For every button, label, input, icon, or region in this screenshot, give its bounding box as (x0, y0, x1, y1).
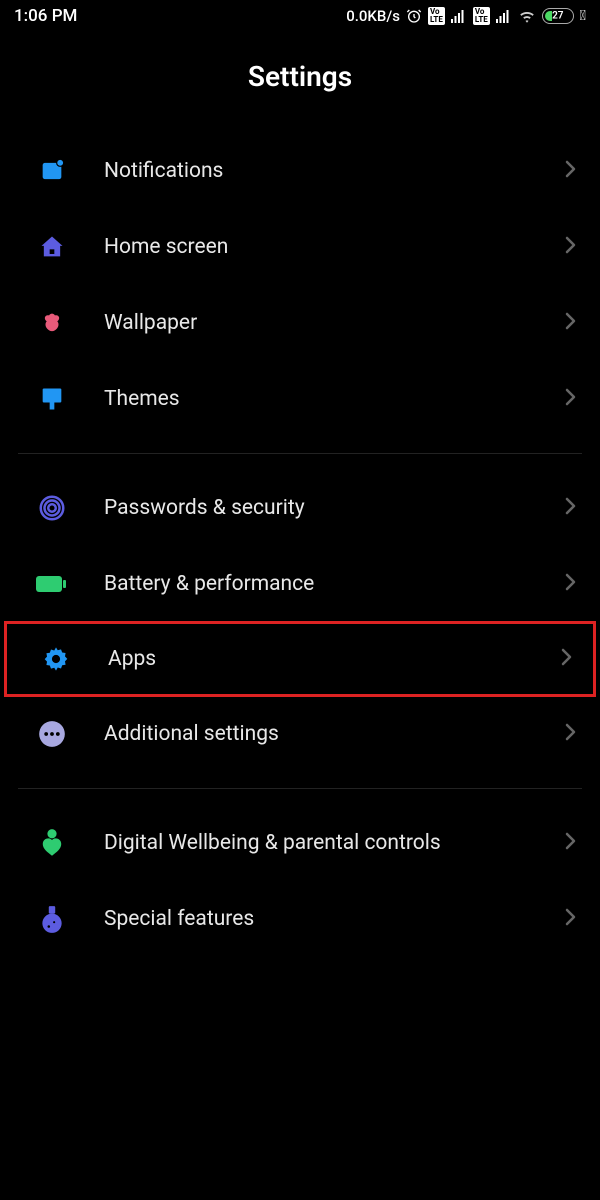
chevron-right-icon (564, 311, 576, 335)
settings-item-label: Notifications (104, 158, 528, 184)
settings-item-label: Passwords & security (104, 495, 528, 521)
settings-item-home-screen[interactable]: Home screen (0, 209, 600, 285)
chevron-right-icon (564, 235, 576, 259)
status-bar: 1:06 PM 0.0KB/s VoLTE VoLTE 27 󱐋 (0, 0, 600, 30)
fingerprint-icon (36, 492, 68, 524)
battery-pct: 27 (552, 11, 563, 22)
settings-list: Notifications Home screen Wallpaper Themes P… (0, 133, 600, 957)
chevron-right-icon (564, 831, 576, 855)
settings-item-label: Home screen (104, 234, 528, 260)
chevron-right-icon (564, 907, 576, 931)
themes-icon (36, 383, 68, 415)
settings-item-special-features[interactable]: Special features (0, 881, 600, 957)
chevron-right-icon (564, 496, 576, 520)
settings-item-label: Battery & performance (104, 571, 528, 597)
settings-item-notifications[interactable]: Notifications (0, 133, 600, 209)
alarm-icon (406, 8, 422, 24)
group-divider (18, 453, 582, 454)
settings-item-passwords-security[interactable]: Passwords & security (0, 470, 600, 546)
volte-icon-1: VoLTE (428, 7, 445, 25)
settings-item-label: Wallpaper (104, 310, 528, 336)
gear-icon (40, 643, 72, 675)
battery-indicator: 27 (542, 8, 574, 24)
home-icon (36, 231, 68, 263)
wellbeing-icon (36, 827, 68, 859)
wifi-icon (518, 9, 536, 23)
flask-icon (36, 903, 68, 935)
chevron-right-icon (564, 572, 576, 596)
chevron-right-icon (564, 159, 576, 183)
chevron-right-icon (564, 722, 576, 746)
settings-item-themes[interactable]: Themes (0, 361, 600, 437)
volte-icon-2: VoLTE (473, 7, 490, 25)
battery-fill (545, 11, 552, 21)
wallpaper-icon (36, 307, 68, 339)
settings-item-label: Apps (108, 646, 524, 672)
settings-item-wallpaper[interactable]: Wallpaper (0, 285, 600, 361)
settings-item-label: Themes (104, 386, 528, 412)
status-right: 0.0KB/s VoLTE VoLTE 27 󱐋 (346, 7, 586, 25)
settings-item-additional-settings[interactable]: Additional settings (0, 696, 600, 772)
settings-item-label: Special features (104, 906, 528, 932)
signal-icon-2 (496, 9, 512, 23)
chevron-right-icon (564, 387, 576, 411)
signal-icon-1 (451, 9, 467, 23)
group-divider (18, 788, 582, 789)
status-netspeed: 0.0KB/s (346, 7, 400, 25)
more-icon (36, 718, 68, 750)
settings-item-battery-performance[interactable]: Battery & performance (0, 546, 600, 622)
chevron-right-icon (560, 647, 572, 671)
charging-icon: 󱐋 (580, 8, 586, 24)
settings-item-label: Digital Wellbeing & parental controls (104, 830, 528, 856)
settings-item-apps[interactable]: Apps (4, 621, 596, 697)
page-title: Settings (0, 60, 600, 93)
notifications-icon (36, 155, 68, 187)
status-time: 1:06 PM (14, 6, 77, 26)
battery-icon (36, 568, 68, 600)
settings-item-label: Additional settings (104, 721, 528, 747)
settings-item-digital-wellbeing[interactable]: Digital Wellbeing & parental controls (0, 805, 600, 881)
